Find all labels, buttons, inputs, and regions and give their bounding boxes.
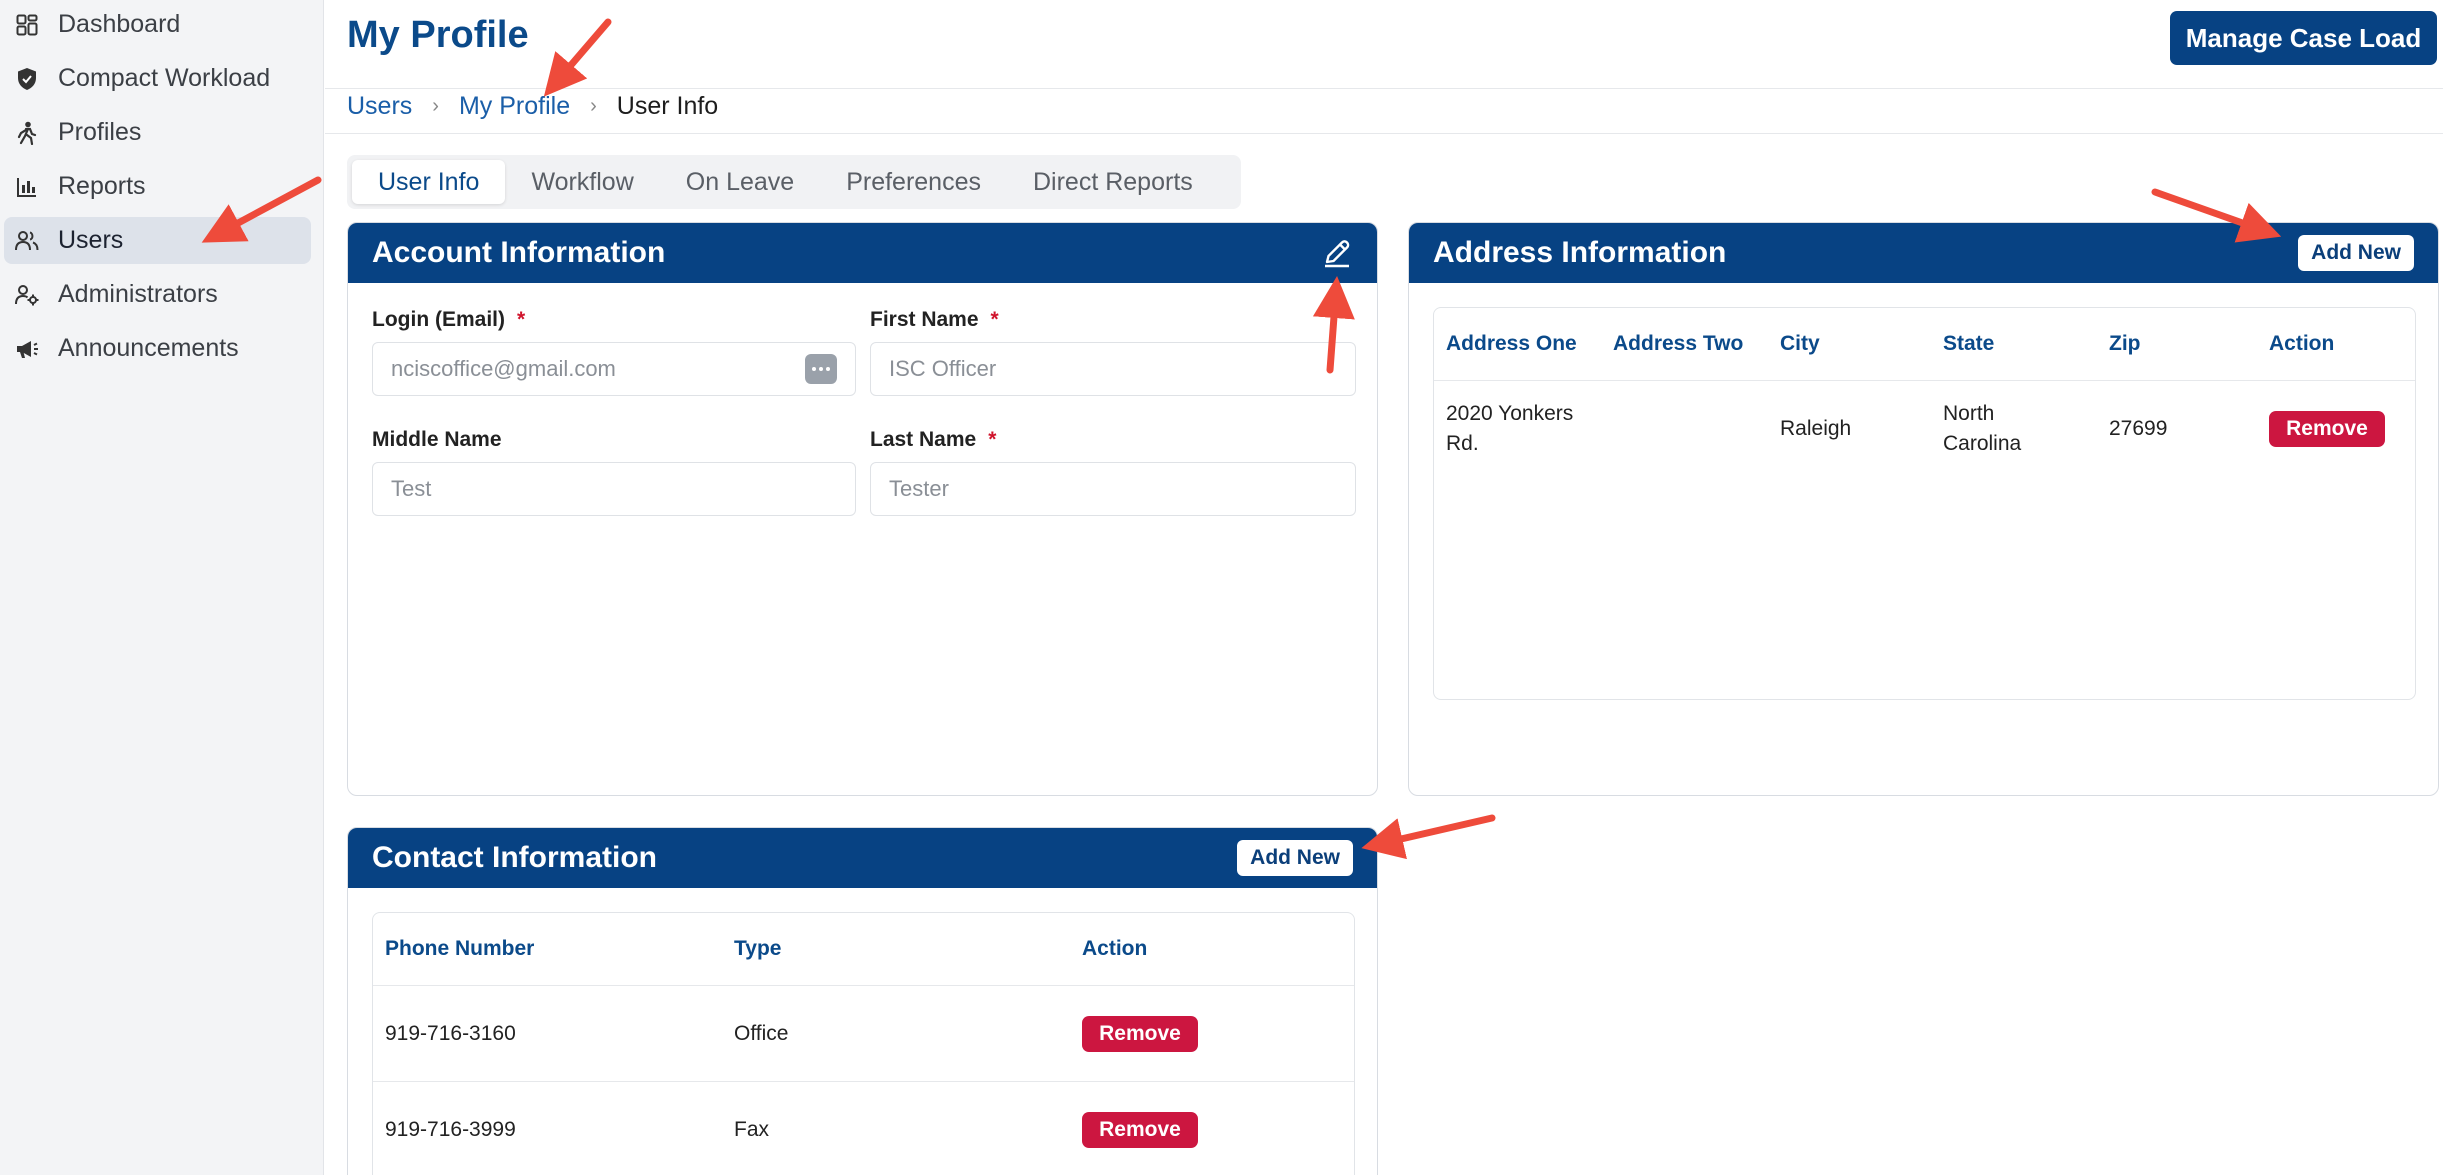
contact-card-title: Contact Information <box>372 841 657 874</box>
column-header: Address Two <box>1613 332 1744 355</box>
bar-chart-icon <box>14 174 40 200</box>
required-marker: * <box>988 428 997 451</box>
breadcrumb: Users › My Profile › User Info <box>347 92 718 121</box>
megaphone-icon <box>14 336 40 362</box>
sidebar-item-label: Profiles <box>58 118 142 146</box>
last-name-value: Tester <box>889 476 949 501</box>
type-cell: Office <box>734 1022 789 1045</box>
tab-preferences[interactable]: Preferences <box>820 160 1007 204</box>
tab-workflow[interactable]: Workflow <box>505 160 659 204</box>
middle-name-input[interactable]: Test <box>372 462 856 516</box>
middle-name-label: Middle Name <box>372 428 502 451</box>
zip-cell: 27699 <box>2109 417 2168 440</box>
login-email-value: nciscoffice@gmail.com <box>391 356 616 381</box>
sidebar-item-profiles[interactable]: Profiles <box>4 109 311 156</box>
column-header: State <box>1943 332 1995 355</box>
tab-on-leave[interactable]: On Leave <box>660 160 820 204</box>
column-header: Action <box>1082 937 1148 960</box>
sidebar-item-administrators[interactable]: Administrators <box>4 271 311 318</box>
login-email-input[interactable]: nciscoffice@gmail.com <box>372 342 856 396</box>
breadcrumb-current: User Info <box>616 92 719 120</box>
dashboard-icon <box>14 12 40 38</box>
remove-contact-button[interactable]: Remove <box>1082 1016 1198 1052</box>
row-divider <box>1434 380 2415 381</box>
sidebar-item-label: Announcements <box>58 334 239 362</box>
contact-card-header: Contact Information Add New <box>348 828 1377 888</box>
middle-name-value: Test <box>391 476 432 501</box>
sidebar: Dashboard Compact Workload Profiles Repo… <box>0 0 324 1175</box>
sidebar-item-label: Administrators <box>58 280 218 308</box>
column-header: Action <box>2269 332 2335 355</box>
account-information-card: Account Information Login (Email) * ncisc… <box>347 222 1378 796</box>
column-header: City <box>1780 332 1820 355</box>
breadcrumb-users[interactable]: Users <box>347 92 412 121</box>
first-name-label: First Name <box>870 308 979 331</box>
page-title: My Profile <box>347 14 529 56</box>
address-card-header: Address Information Add New <box>1409 223 2438 283</box>
last-name-input[interactable]: Tester <box>870 462 1356 516</box>
type-cell: Fax <box>734 1118 770 1141</box>
shield-icon <box>14 66 40 92</box>
remove-contact-button[interactable]: Remove <box>1082 1112 1198 1148</box>
chevron-right-icon: › <box>590 95 597 117</box>
address-table: Address One Address Two City State Zip A… <box>1433 307 2416 700</box>
row-divider <box>373 985 1354 986</box>
first-name-field: First Name * ISC Officer <box>870 308 1356 396</box>
address-one-cell: 2020 Yonkers Rd. <box>1446 402 1574 455</box>
login-email-field: Login (Email) * nciscoffice@gmail.com <box>372 308 856 396</box>
phone-cell: 919-716-3999 <box>385 1118 516 1141</box>
address-information-card: Address Information Add New Address One … <box>1408 222 2439 796</box>
login-email-label: Login (Email) <box>372 308 505 331</box>
sidebar-item-label: Users <box>58 226 124 254</box>
account-card-title: Account Information <box>372 236 666 269</box>
middle-name-field: Middle Name Test <box>372 428 856 516</box>
admin-icon <box>14 282 40 308</box>
row-divider <box>373 1081 1354 1082</box>
last-name-label: Last Name <box>870 428 977 451</box>
arrow-to-my-profile <box>543 18 612 97</box>
column-header: Zip <box>2109 332 2141 355</box>
add-address-button[interactable]: Add New <box>2298 235 2414 271</box>
breadcrumb-divider <box>325 133 2443 134</box>
sidebar-item-compact-workload[interactable]: Compact Workload <box>4 55 311 102</box>
chevron-right-icon: › <box>432 95 439 117</box>
sidebar-item-label: Dashboard <box>58 10 181 38</box>
arrow-to-contact-add-new <box>1361 814 1496 860</box>
phone-cell: 919-716-3160 <box>385 1022 516 1045</box>
last-name-field: Last Name * Tester <box>870 428 1356 516</box>
contact-table: Phone Number Type Action 919-716-3160 Of… <box>372 912 1355 1175</box>
city-cell: Raleigh <box>1780 417 1852 440</box>
users-icon <box>14 228 40 254</box>
address-card-title: Address Information <box>1433 236 1727 269</box>
tab-direct-reports[interactable]: Direct Reports <box>1007 160 1219 204</box>
person-walking-icon <box>14 120 40 146</box>
contact-information-card: Contact Information Add New Phone Number… <box>347 827 1378 1175</box>
manage-case-load-button[interactable]: Manage Case Load <box>2170 11 2437 65</box>
required-marker: * <box>990 308 999 331</box>
account-card-header: Account Information <box>348 223 1377 283</box>
sidebar-item-reports[interactable]: Reports <box>4 163 311 210</box>
state-cell: North Carolina <box>1943 402 2022 455</box>
first-name-input[interactable]: ISC Officer <box>870 342 1356 396</box>
password-manager-icon[interactable] <box>805 354 837 384</box>
edit-pencil-icon[interactable] <box>1321 237 1353 269</box>
breadcrumb-my-profile[interactable]: My Profile <box>459 92 570 121</box>
first-name-value: ISC Officer <box>889 356 997 381</box>
column-header: Address One <box>1446 332 1577 355</box>
column-header: Type <box>734 937 782 960</box>
sidebar-item-dashboard[interactable]: Dashboard <box>4 1 311 48</box>
column-header: Phone Number <box>385 937 535 960</box>
sidebar-item-label: Reports <box>58 172 146 200</box>
sidebar-item-label: Compact Workload <box>58 64 271 92</box>
tab-user-info[interactable]: User Info <box>352 160 506 204</box>
tab-bar: User Info Workflow On Leave Preferences … <box>347 155 1241 209</box>
sidebar-item-users[interactable]: Users <box>4 217 311 264</box>
remove-address-button[interactable]: Remove <box>2269 411 2385 447</box>
sidebar-item-announcements[interactable]: Announcements <box>4 325 311 372</box>
add-contact-button[interactable]: Add New <box>1237 840 1353 876</box>
required-marker: * <box>517 308 526 331</box>
header-divider <box>325 88 2443 89</box>
